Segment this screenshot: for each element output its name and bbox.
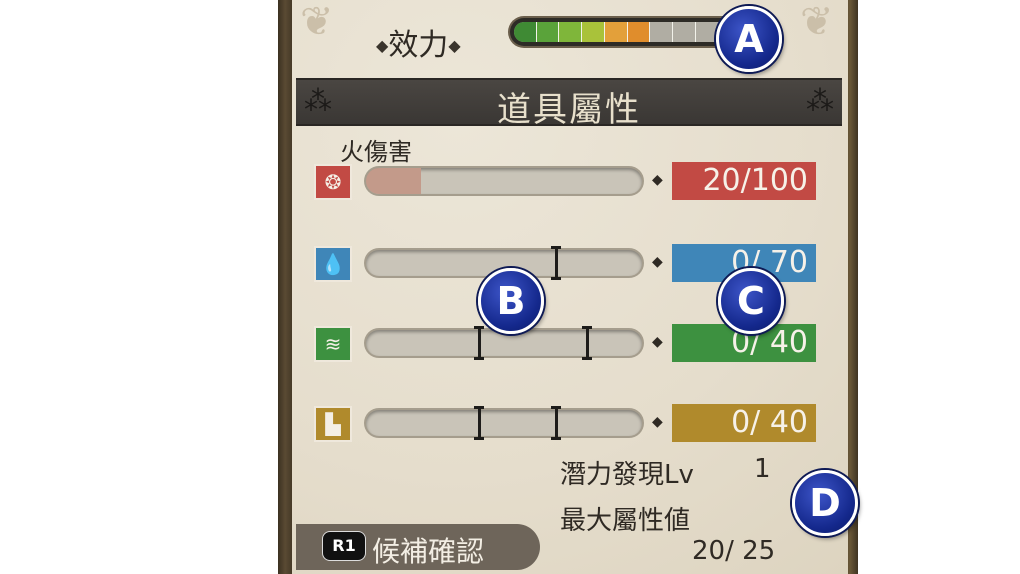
fire-icon: ❂ [314, 164, 352, 200]
efficacy-label: ◆效力◆ [376, 28, 461, 63]
threshold-marker [474, 324, 485, 362]
attribute-bar [366, 406, 642, 440]
efficacy-gauge-segment [559, 22, 583, 42]
header-ornament-icon: ⁂ [806, 84, 834, 117]
threshold-marker [551, 404, 562, 442]
diamond-icon: ◆ [652, 172, 663, 188]
wind-icon: ≋ [314, 326, 352, 362]
attribute-row[interactable]: ▙ ◆ 0/ 40 [314, 404, 824, 444]
r1-key-icon: R1 [322, 531, 366, 561]
earth-icon: ▙ [314, 406, 352, 442]
diamond-icon: ◆ [652, 334, 663, 350]
attribute-row[interactable]: ❂ ◆ 20/100 [314, 162, 824, 202]
attribute-value: 0/ 40 [672, 404, 816, 442]
candidate-confirm-label: 候補確認 [372, 535, 485, 568]
efficacy-gauge-segment [536, 22, 560, 42]
diamond-icon: ◆ [652, 254, 663, 270]
annotation-marker-b: B [478, 268, 544, 334]
annotation-marker-c: C [718, 268, 784, 334]
threshold-marker [581, 324, 592, 362]
potential-value: 1 [754, 454, 771, 484]
threshold-marker [474, 404, 485, 442]
diamond-icon: ◆ [652, 414, 663, 430]
candidate-confirm-button[interactable]: R1 候補確認 [296, 524, 540, 570]
efficacy-gauge-segment [604, 22, 628, 42]
annotation-marker-d: D [792, 470, 858, 536]
attribute-bar-fill [366, 168, 422, 194]
max-attribute-value: 20/ 25 [692, 536, 776, 566]
corner-flourish-icon: ❦ [800, 0, 834, 45]
attribute-bar [366, 326, 642, 360]
efficacy-gauge-segment [627, 22, 651, 42]
item-attributes-header: ⁂ 道具屬性 ⁂ [296, 78, 842, 130]
potential-label: 潛力發現Lv [560, 460, 694, 490]
annotation-marker-a: A [716, 6, 782, 72]
efficacy-gauge-segment [673, 22, 696, 42]
attribute-value: 20/100 [672, 162, 816, 200]
corner-flourish-icon: ❦ [300, 0, 334, 45]
attribute-bar [366, 168, 642, 194]
header-title: 道具屬性 [497, 90, 641, 130]
water-drop-icon: 💧 [314, 246, 352, 282]
efficacy-gauge-segment [582, 22, 605, 42]
efficacy-gauge-segment [650, 22, 674, 42]
threshold-marker [551, 244, 562, 282]
efficacy-gauge-segment [514, 22, 537, 42]
max-attribute-label: 最大屬性値 [560, 506, 691, 536]
